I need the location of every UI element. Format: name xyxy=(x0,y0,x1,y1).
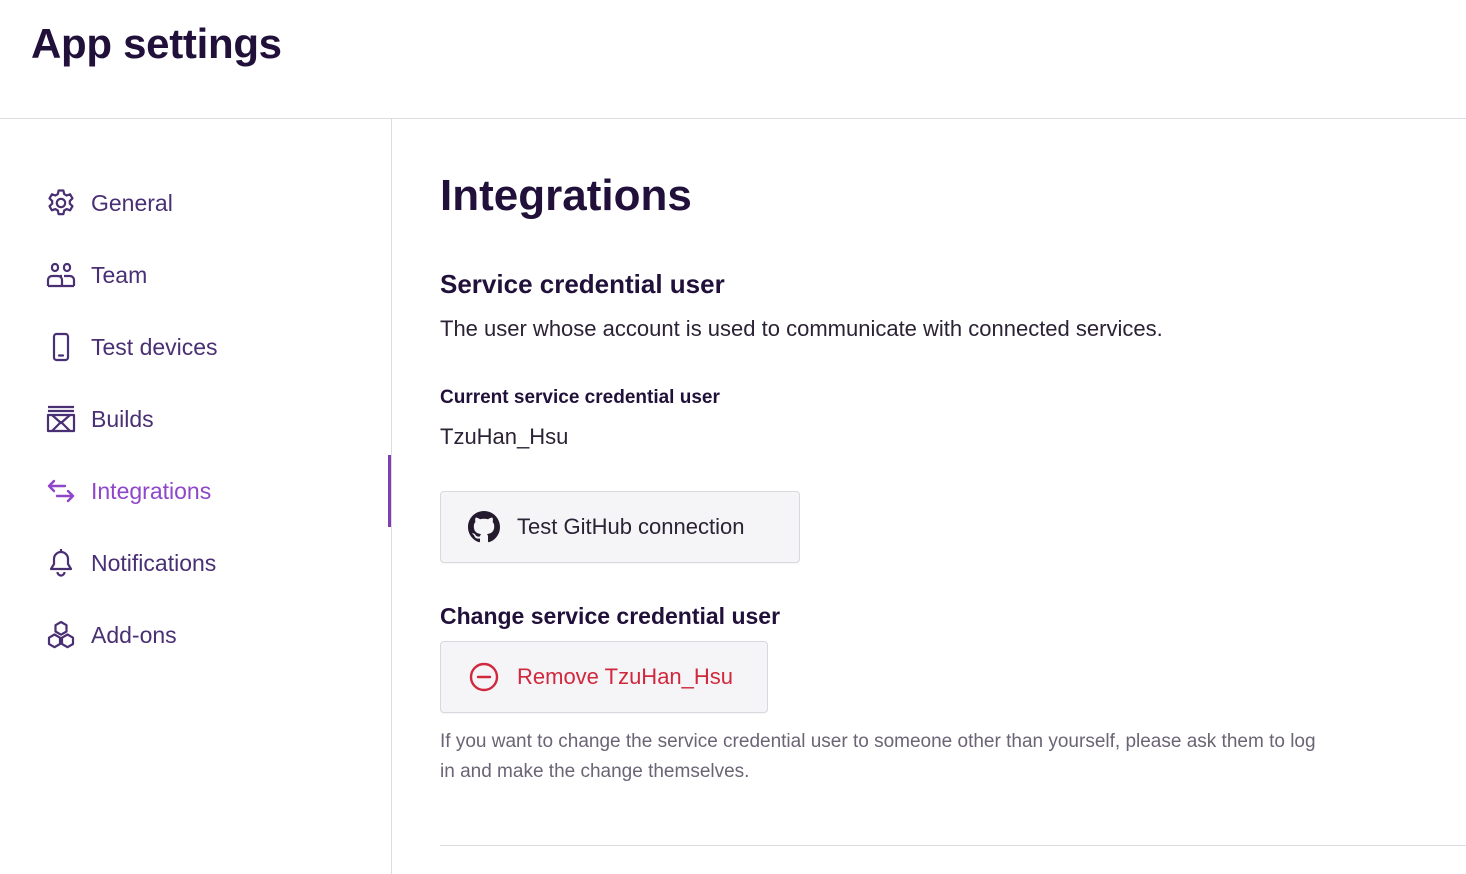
sidebar-item-notifications[interactable]: Notifications xyxy=(0,527,391,599)
arrows-exchange-icon xyxy=(45,475,77,507)
remove-user-button[interactable]: Remove TzuHan_Hsu xyxy=(440,641,768,713)
page-title: Integrations xyxy=(440,171,692,220)
sidebar-item-label: Team xyxy=(91,261,148,288)
section-description: The user whose account is used to commun… xyxy=(440,316,1163,341)
current-user-value: TzuHan_Hsu xyxy=(440,424,569,449)
builds-icon xyxy=(45,403,77,435)
sidebar-item-builds[interactable]: Builds xyxy=(0,383,391,455)
page-header-title: App settings xyxy=(31,20,282,67)
top-bar: App settings xyxy=(0,0,1466,119)
active-indicator xyxy=(388,455,391,527)
sidebar-item-label: General xyxy=(91,189,173,216)
sidebar-item-integrations[interactable]: Integrations xyxy=(0,455,391,527)
sidebar-item-general[interactable]: General xyxy=(0,167,391,239)
bell-icon xyxy=(45,547,77,579)
remove-user-label: Remove TzuHan_Hsu xyxy=(517,664,734,689)
sidebar-item-label: Integrations xyxy=(91,477,212,504)
sidebar-item-label: Builds xyxy=(91,405,154,432)
divider xyxy=(440,845,1466,846)
help-text: If you want to change the service creden… xyxy=(440,731,1316,782)
github-icon xyxy=(468,511,500,543)
sidebar-item-add-ons[interactable]: Add-ons xyxy=(0,599,391,671)
sidebar-item-label: Notifications xyxy=(91,549,217,576)
team-icon xyxy=(45,259,77,291)
minus-circle-icon xyxy=(468,661,500,693)
sidebar-nav: General Team Test devices Builds Integra… xyxy=(0,119,392,874)
gear-icon xyxy=(45,187,77,219)
section-title: Service credential user xyxy=(440,269,725,299)
sidebar-item-team[interactable]: Team xyxy=(0,239,391,311)
hexagons-icon xyxy=(45,619,77,651)
sidebar-item-label: Add-ons xyxy=(91,621,177,648)
sidebar-item-label: Test devices xyxy=(91,333,218,360)
test-github-connection-label: Test GitHub connection xyxy=(517,514,745,539)
change-section-title: Change service credential user xyxy=(440,603,781,629)
test-github-connection-button[interactable]: Test GitHub connection xyxy=(440,491,800,563)
current-user-label: Current service credential user xyxy=(440,387,720,408)
sidebar-item-test-devices[interactable]: Test devices xyxy=(0,311,391,383)
phone-icon xyxy=(45,331,77,363)
main-content: Integrations Service credential user The… xyxy=(440,119,1466,874)
